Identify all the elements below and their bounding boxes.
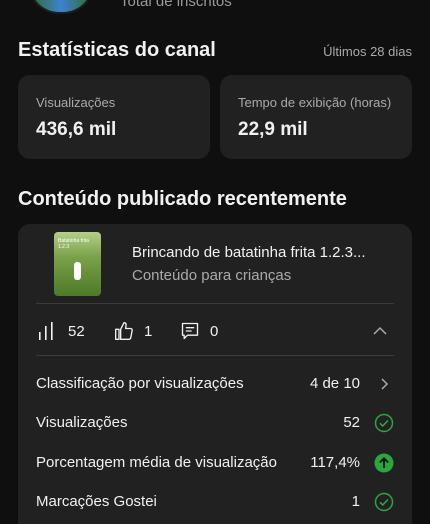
thumbnail-text: Batatinha frita 1.2.3 [58, 238, 89, 250]
comments-count: 0 [210, 322, 219, 340]
divider [36, 303, 394, 304]
comments-metric: 0 [180, 321, 218, 341]
avg-view-percentage-row: Porcentagem média de visualização 117,4% [18, 451, 412, 475]
arrow-up-circle-icon [374, 453, 394, 473]
stat-value: 22,9 mil [238, 119, 308, 140]
row-value: 52 [343, 414, 360, 431]
channel-stats-title: Estatísticas do canal [18, 39, 216, 61]
stat-label: Visualizações [36, 95, 116, 110]
channel-header: Total de inscritos [0, 0, 430, 14]
channel-avatar[interactable] [28, 0, 94, 14]
likes-count: 1 [144, 322, 153, 340]
views-stat-card[interactable]: Visualizações 436,6 mil [18, 75, 210, 159]
chevron-right-icon [381, 378, 389, 390]
ranking-row[interactable]: Classificação por visualizações 4 de 10 [18, 372, 412, 396]
divider [36, 355, 394, 356]
views-row: Visualizações 52 [18, 411, 412, 435]
video-title: Brincando de batatinha frita 1.2.3... [132, 244, 366, 261]
likes-row: Marcações Gostei 1 [18, 490, 412, 514]
recent-content-title: Conteúdo publicado recentemente [18, 188, 347, 210]
check-circle-icon [374, 413, 394, 433]
comment-icon [181, 322, 199, 340]
row-label: Visualizações [36, 414, 128, 431]
stats-period: Últimos 28 dias [323, 44, 412, 59]
row-value: 1 [351, 493, 360, 510]
thumbnail-figure [74, 262, 81, 280]
row-label: Classificação por visualizações [36, 375, 244, 392]
likes-metric: 1 [114, 321, 152, 341]
row-label: Marcações Gostei [36, 493, 157, 510]
watch-time-stat-card[interactable]: Tempo de exibição (horas) 22,9 mil [220, 75, 412, 159]
chevron-up-icon[interactable] [372, 323, 388, 339]
recent-video-card: Batatinha frita 1.2.3 Brincando de batat… [18, 224, 412, 524]
row-label: Porcentagem média de visualização [36, 454, 277, 471]
row-value: 4 de 10 [309, 375, 360, 392]
check-circle-icon [374, 492, 394, 512]
stat-value: 436,6 mil [36, 119, 117, 140]
stat-label: Tempo de exibição (horas) [238, 95, 392, 110]
row-value: 117,4% [310, 454, 360, 471]
thumbs-up-icon [115, 322, 133, 340]
bar-chart-icon [39, 322, 53, 340]
video-thumbnail[interactable]: Batatinha frita 1.2.3 [54, 232, 101, 296]
subscribers-label: Total de inscritos [120, 0, 232, 10]
video-audience: Conteúdo para crianças [132, 267, 292, 284]
views-metric: 52 [38, 321, 85, 341]
views-count: 52 [68, 322, 85, 340]
